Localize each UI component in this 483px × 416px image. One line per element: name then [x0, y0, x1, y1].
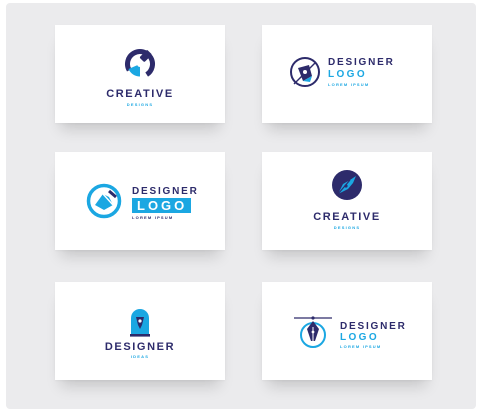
logo-card-creative-designs[interactable]: CREATIVE DESIGNS [55, 25, 225, 123]
pen-nib-circle-icon [290, 57, 320, 87]
card-tagline: LOREM IPSUM [132, 215, 174, 220]
pen-nib-arch-icon [130, 309, 150, 337]
card-title: DESIGNER [132, 186, 199, 197]
card-tagline: LOREM IPSUM [328, 82, 370, 87]
card-title: CREATIVE [313, 211, 381, 223]
card-title: DESIGNER [104, 341, 176, 353]
card-title: DESIGNER [328, 57, 395, 68]
logo-card-designer-logo-pen[interactable]: DESIGNER LOGO LOREM IPSUM [262, 282, 432, 380]
logo-word-box: LOGO [132, 197, 192, 215]
card-tagline: LOREM IPSUM [340, 344, 382, 349]
logo-card-designer-ideas[interactable]: DESIGNER IDEAS [55, 282, 225, 380]
showcase-panel: CREATIVE DESIGNS DESIGNER LOGO LOREM IPS… [6, 3, 476, 409]
card-subtitle: IDEAS [130, 354, 150, 359]
card-subtitle: DESIGNS [126, 102, 154, 107]
pencil-circle-icon [125, 49, 155, 79]
card-title: CREATIVE [106, 88, 174, 100]
logo-card-designer-logo-circle[interactable]: DESIGNER LOGO LOREM IPSUM [55, 152, 225, 250]
card-word: LOGO [328, 69, 368, 80]
logo-card-creative-designs-nib[interactable]: CREATIVE DESIGNS [262, 152, 432, 250]
card-word: LOGO [132, 198, 192, 213]
logo-card-designer-logo-nib[interactable]: DESIGNER LOGO LOREM IPSUM [262, 25, 432, 123]
card-subtitle: DESIGNS [333, 225, 361, 230]
card-title: DESIGNER [340, 321, 407, 332]
arrow-circle-icon [86, 183, 122, 219]
pen-nib-line-icon [294, 316, 332, 348]
card-word: LOGO [340, 332, 380, 343]
nib-circle-icon [332, 170, 362, 200]
